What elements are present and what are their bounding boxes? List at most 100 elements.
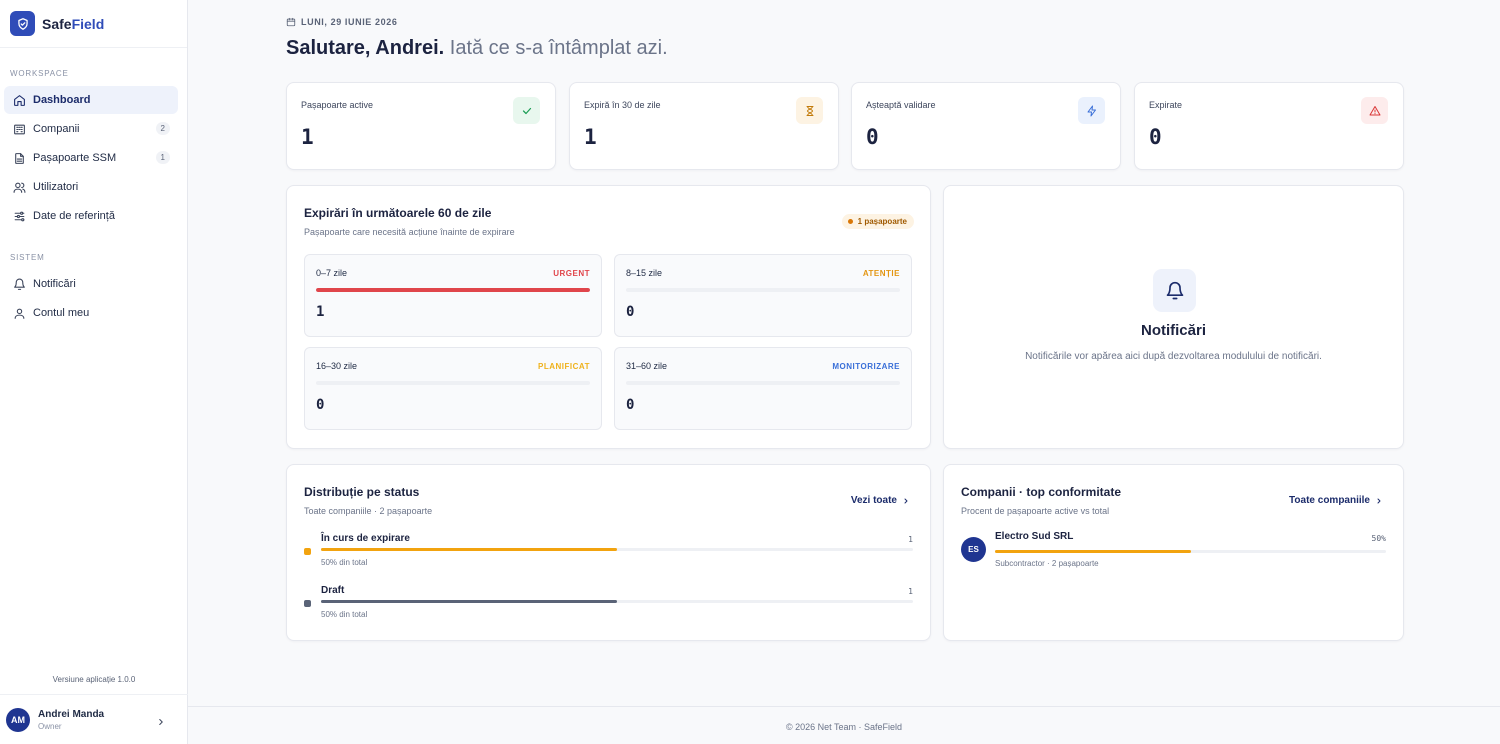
bucket-tag: ATENȚIE (862, 269, 900, 278)
sidebar: SafeField WORKSPACE Dashboard Companii 2… (0, 0, 188, 744)
user-menu[interactable]: AM Andrei Manda Owner (0, 694, 188, 744)
home-icon (12, 93, 26, 107)
hourglass-icon (796, 97, 823, 124)
sidebar-item-companii[interactable]: Companii 2 (4, 115, 178, 143)
company-avatar: ES (961, 537, 986, 562)
status-color-dot (304, 548, 311, 555)
bell-icon (12, 277, 26, 291)
brand-name: SafeField (42, 15, 105, 32)
sidebar-item-utilizatori[interactable]: Utilizatori (4, 173, 178, 201)
stat-value: 0 (1149, 125, 1162, 149)
expirations-card: Expirări în următoarele 60 de zile Pașap… (286, 185, 931, 449)
sidebar-item-pasapoarte[interactable]: Pașapoarte SSM 1 (4, 144, 178, 172)
current-date: LUNI, 29 IUNIE 2026 (286, 17, 397, 27)
user-role: Owner (38, 721, 62, 731)
stat-card-expired[interactable]: Expirate 0 (1134, 82, 1404, 170)
check-icon (513, 97, 540, 124)
shield-logo-icon (10, 11, 35, 36)
card-title: Companii · top conformitate (961, 485, 1121, 499)
stat-label: Pașapoarte active (301, 100, 374, 110)
sidebar-item-label: Contul meu (33, 307, 90, 319)
all-companies-link[interactable]: Toate companiile (1289, 495, 1383, 506)
companies-card: Companii · top conformitate Procent de p… (943, 464, 1404, 641)
bucket-count: 0 (626, 397, 635, 413)
stat-card-expiring[interactable]: Expiră în 30 de zile 1 (569, 82, 839, 170)
bucket-count: 0 (316, 397, 325, 413)
notifications-title: Notificări (1140, 322, 1206, 339)
sidebar-item-date-referinta[interactable]: Date de referință (4, 202, 178, 230)
bucket-tag: PLANIFICAT (538, 362, 590, 371)
company-row[interactable]: ES Electro Sud SRL 50% Subcontractor · 2… (961, 531, 1386, 571)
status-name: În curs de expirare (321, 533, 410, 544)
notifications-empty-text: Notificările vor apărea aici după dezvol… (1025, 351, 1322, 362)
sidebar-item-notificari[interactable]: Notificări (4, 270, 178, 298)
distribution-card: Distribuție pe status Toate companiile ·… (286, 464, 931, 641)
bucket-range: 16–30 zile (316, 361, 358, 371)
count-badge: 2 (155, 122, 170, 135)
user-icon (12, 306, 26, 320)
sidebar-item-label: Dashboard (33, 94, 91, 106)
chevron-right-icon (156, 714, 166, 732)
sidebar-item-label: Utilizatori (33, 181, 79, 193)
user-name: Andrei Manda (38, 708, 105, 720)
company-meta: Subcontractor · 2 pașapoarte (995, 559, 1099, 568)
system-nav: Notificări Contul meu (0, 270, 188, 328)
chevron-right-icon (1377, 498, 1381, 503)
bucket-31-60[interactable]: 31–60 zile MONITORIZARE 0 (614, 347, 912, 430)
app-version: Versiune aplicație 1.0.0 (52, 675, 136, 684)
card-title: Distribuție pe status (304, 485, 420, 499)
main-content: LUNI, 29 IUNIE 2026 Salutare, Andrei. Ia… (188, 0, 1500, 744)
bucket-16-30[interactable]: 16–30 zile PLANIFICAT 0 (304, 347, 602, 430)
status-percent: 50% din total (321, 610, 368, 619)
bell-icon (1153, 269, 1196, 312)
stat-card-pending[interactable]: Așteaptă validare 0 (851, 82, 1121, 170)
sidebar-item-label: Notificări (33, 278, 76, 290)
status-name: Draft (321, 585, 345, 596)
notifications-card: Notificări Notificările vor apărea aici … (943, 185, 1404, 449)
sidebar-item-contul-meu[interactable]: Contul meu (4, 299, 178, 327)
status-row: În curs de expirare 1 50% din total (304, 533, 913, 573)
stat-label: Așteaptă validare (866, 100, 936, 110)
card-subtitle: Pașapoarte care necesită acțiune înainte… (304, 227, 515, 237)
stat-value: 0 (866, 125, 879, 149)
user-info: Andrei Manda Owner (38, 709, 104, 731)
sidebar-item-label: Pașapoarte SSM (33, 152, 117, 164)
bucket-tag: MONITORIZARE (832, 362, 900, 371)
status-count: 1 (908, 587, 913, 596)
stat-value: 1 (301, 125, 314, 149)
users-icon (12, 180, 26, 194)
avatar: AM (6, 707, 30, 732)
company-percent: 50% (1371, 534, 1386, 543)
expiring-count-badge: 1 pașapoarte (841, 214, 914, 229)
status-fill (321, 600, 617, 603)
page-title: Salutare, Andrei. Iată ce s-a întâmplat … (286, 37, 668, 59)
status-row: Draft 1 50% din total (304, 585, 913, 625)
bucket-range: 31–60 zile (626, 361, 668, 371)
sliders-icon (12, 209, 26, 223)
bucket-8-15[interactable]: 8–15 zile ATENȚIE 0 (614, 254, 912, 337)
calendar-icon (286, 17, 296, 27)
section-label-sistem: SISTEM (10, 253, 45, 262)
stat-card-active[interactable]: Pașapoarte active 1 (286, 82, 556, 170)
bucket-range: 0–7 zile (316, 268, 348, 278)
bucket-fill (316, 288, 590, 292)
footer-text: © 2026 Net Team · SafeField (785, 722, 903, 732)
bucket-tag: URGENT (553, 269, 590, 278)
status-bar (321, 600, 913, 603)
view-all-link[interactable]: Vezi toate (851, 495, 910, 506)
bucket-count: 1 (316, 304, 325, 320)
sidebar-item-dashboard[interactable]: Dashboard (4, 86, 178, 114)
brand[interactable]: SafeField (0, 0, 187, 48)
workspace-nav: Dashboard Companii 2 Pașapoarte SSM 1 Ut… (0, 86, 188, 231)
status-fill (321, 548, 617, 551)
card-title: Expirări în următoarele 60 de zile (304, 206, 492, 220)
card-subtitle: Toate companiile · 2 pașapoarte (304, 506, 433, 516)
bucket-0-7[interactable]: 0–7 zile URGENT 1 (304, 254, 602, 337)
warning-icon (1361, 97, 1388, 124)
lightning-icon (1078, 97, 1105, 124)
company-name: Electro Sud SRL (995, 531, 1074, 542)
bucket-range: 8–15 zile (626, 268, 663, 278)
bucket-bar (626, 288, 900, 292)
stat-value: 1 (584, 125, 597, 149)
bucket-bar (316, 381, 590, 385)
